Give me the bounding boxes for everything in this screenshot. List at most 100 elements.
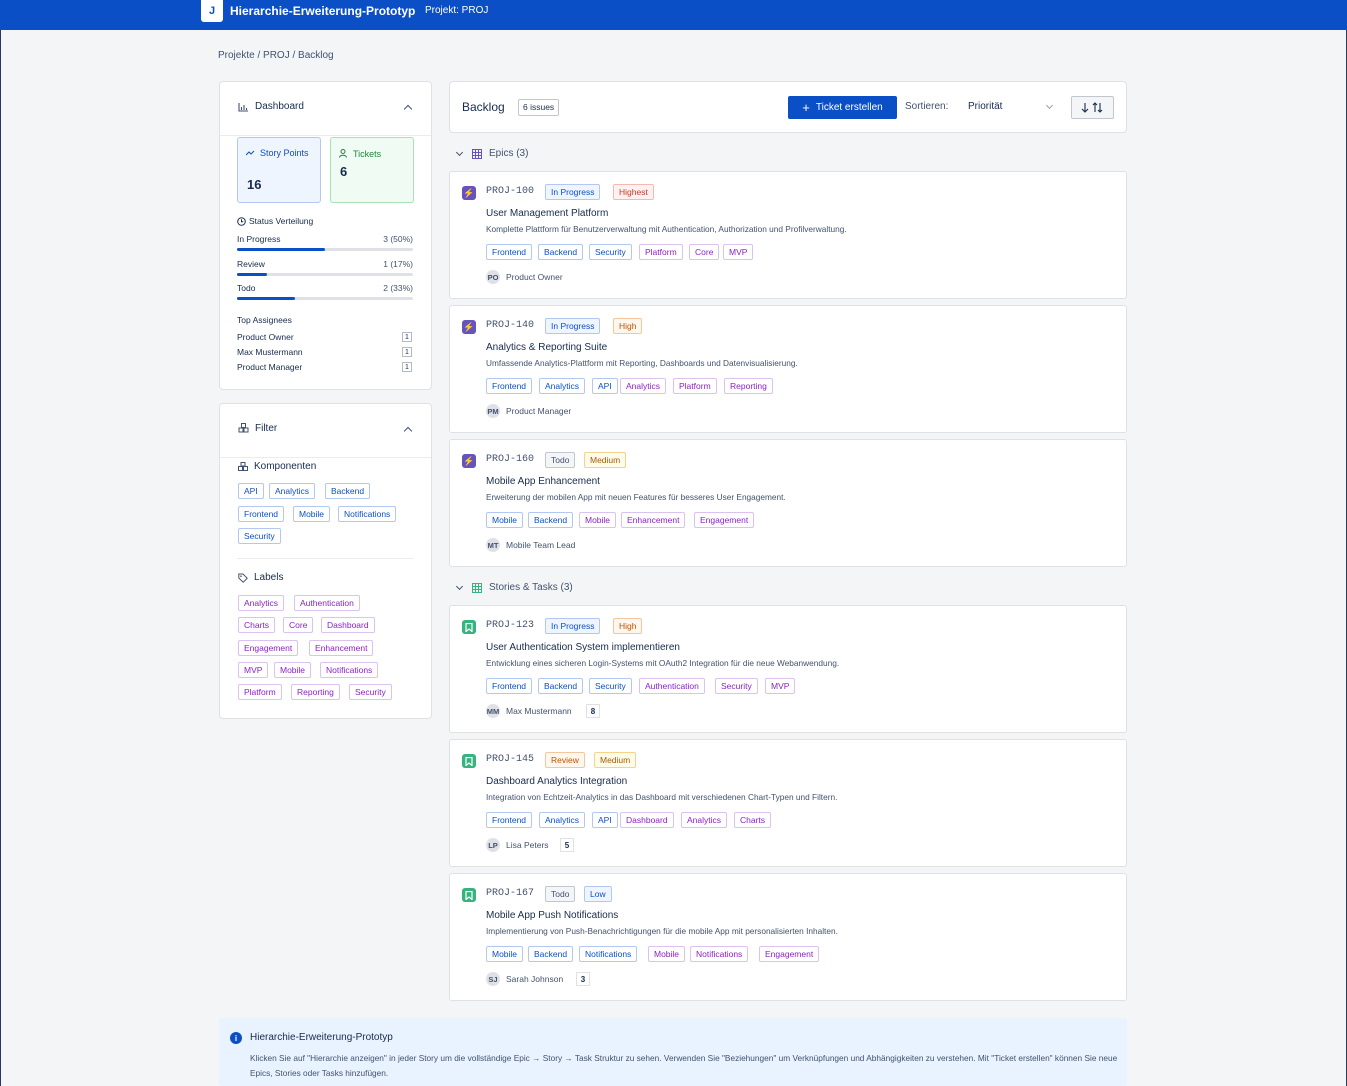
component-filter-mobile[interactable]: Mobile [293, 506, 331, 522]
priority-badge: Medium [584, 452, 627, 468]
priority-badge: Low [584, 886, 612, 902]
label-tag: Reporting [724, 378, 773, 394]
ticket-title[interactable]: User Authentication System implementiere… [486, 642, 680, 653]
sort-direction-button[interactable] [1071, 96, 1114, 119]
sort-arrows-icon [1081, 102, 1102, 113]
component-filter-backend[interactable]: Backend [325, 483, 371, 499]
ticket-title[interactable]: Dashboard Analytics Integration [486, 776, 627, 787]
app-title[interactable]: Hierarchie-Erweiterung-Prototyp [230, 4, 415, 18]
label-filter-notifications[interactable]: Notifications [320, 662, 379, 678]
trend-icon [246, 150, 255, 156]
components-title: Komponenten [254, 461, 317, 472]
assignee-name: Sarah Johnson [506, 974, 564, 984]
assignee-name: Product Owner [237, 332, 294, 342]
label-filter-reporting[interactable]: Reporting [291, 684, 340, 700]
story-bookmark-icon [462, 754, 476, 768]
project-label: Projekt: PROJ [425, 5, 489, 16]
epics-section-toggle[interactable]: Epics (3) [455, 148, 529, 159]
ticket-key[interactable]: PROJ-140 [486, 320, 534, 331]
ticket-title[interactable]: Mobile App Enhancement [486, 476, 600, 487]
dashboard-title: Dashboard [255, 101, 304, 112]
label-tag: MVP [723, 244, 754, 260]
ticket-description: Umfassende Analytics-Plattform mit Repor… [486, 358, 798, 368]
assignee-name: Product Manager [506, 406, 572, 416]
status-badge: In Progress [545, 184, 601, 200]
status-bar [237, 297, 413, 300]
ticket-key[interactable]: PROJ-123 [486, 620, 534, 631]
epics-section-title: Epics (3) [489, 148, 529, 159]
status-badge: In Progress [545, 318, 601, 334]
collapse-dashboard-icon[interactable] [403, 104, 413, 114]
status-bar-fill [237, 273, 267, 276]
label-filter-enhancement[interactable]: Enhancement [309, 640, 374, 656]
status-bar-fill [237, 297, 296, 300]
component-filter-security[interactable]: Security [238, 528, 281, 544]
label-filter-engagement[interactable]: Engagement [238, 640, 299, 656]
bar-chart-icon [238, 102, 248, 112]
ticket-title[interactable]: Mobile App Push Notifications [486, 910, 618, 921]
ticket-card[interactable]: ⚡ PROJ-160 Todo Medium Mobile App Enhanc… [449, 439, 1127, 567]
label-tag: Analytics [681, 812, 728, 828]
ticket-key[interactable]: PROJ-167 [486, 888, 534, 899]
label-filter-mvp[interactable]: MVP [238, 662, 269, 678]
ticket-key[interactable]: PROJ-160 [486, 454, 534, 465]
label-filter-core[interactable]: Core [283, 617, 314, 633]
label-tag: Core [689, 244, 720, 260]
component-tag: API [592, 378, 618, 394]
filter-title: Filter [255, 423, 278, 434]
ticket-description: Integration von Echtzeit-Analytics in da… [486, 792, 838, 802]
ticket-title[interactable]: User Management Platform [486, 208, 608, 219]
filter-header[interactable]: Filter [238, 423, 277, 434]
avatar: PM [486, 404, 500, 418]
ticket-card[interactable]: ⚡ PROJ-140 In Progress High Analytics & … [449, 305, 1127, 433]
ticket-key[interactable]: PROJ-100 [486, 186, 534, 197]
users-icon [339, 149, 347, 158]
status-section-header: Status Verteilung [237, 216, 313, 226]
stories-section-toggle[interactable]: Stories & Tasks (3) [455, 582, 573, 593]
status-label: In Progress [237, 234, 281, 244]
component-tag: Frontend [486, 378, 533, 394]
story-points-stat: Story Points 16 [237, 137, 321, 203]
label-filter-security[interactable]: Security [349, 684, 392, 700]
assignee-name: Max Mustermann [237, 347, 303, 357]
label-filter-mobile[interactable]: Mobile [274, 662, 312, 678]
ticket-card[interactable]: PROJ-167 Todo Low Mobile App Push Notifi… [449, 873, 1127, 1001]
label-tag: Charts [734, 812, 772, 828]
label-tag: Analytics [620, 378, 667, 394]
assignee-name: Lisa Peters [506, 840, 549, 850]
assignees-title: Top Assignees [237, 315, 292, 325]
component-filter-frontend[interactable]: Frontend [238, 506, 285, 522]
assignee-count: 1 [402, 332, 412, 342]
label-filter-dashboard[interactable]: Dashboard [321, 617, 375, 633]
component-filter-notifications[interactable]: Notifications [338, 506, 397, 522]
ticket-card[interactable]: PROJ-123 In Progress High User Authentic… [449, 605, 1127, 733]
ticket-key[interactable]: PROJ-145 [486, 754, 534, 765]
status-bar [237, 248, 413, 251]
sort-select[interactable]: Priorität [959, 96, 1062, 119]
create-ticket-button[interactable]: + Ticket erstellen [788, 96, 897, 119]
status-bar-fill [237, 248, 325, 251]
component-filter-analytics[interactable]: Analytics [269, 483, 316, 499]
backlog-header: Backlog 6 issues + Ticket erstellen Sort… [449, 81, 1127, 133]
avatar: LP [486, 838, 500, 852]
component-tag: Mobile [486, 512, 524, 528]
app-logo[interactable]: J [201, 0, 223, 22]
divider [220, 457, 431, 458]
component-tag: Frontend [486, 812, 533, 828]
component-filter-api[interactable]: API [238, 483, 264, 499]
label-filter-authentication[interactable]: Authentication [294, 595, 360, 611]
component-tag: Security [589, 244, 632, 260]
component-tag: Security [589, 678, 632, 694]
label-filter-analytics[interactable]: Analytics [238, 595, 285, 611]
ticket-card[interactable]: ⚡ PROJ-100 In Progress Highest User Mana… [449, 171, 1127, 299]
label-filter-platform[interactable]: Platform [238, 684, 282, 700]
breadcrumb[interactable]: Projekte / PROJ / Backlog [218, 50, 334, 61]
ticket-card[interactable]: PROJ-145 Review Medium Dashboard Analyti… [449, 739, 1127, 867]
filter-grid-icon [238, 423, 249, 433]
dashboard-header[interactable]: Dashboard [238, 101, 304, 112]
stories-section-title: Stories & Tasks (3) [489, 582, 573, 593]
label-filter-charts[interactable]: Charts [238, 617, 276, 633]
priority-badge: Medium [594, 752, 637, 768]
collapse-filter-icon[interactable] [403, 426, 413, 436]
ticket-title[interactable]: Analytics & Reporting Suite [486, 342, 607, 353]
